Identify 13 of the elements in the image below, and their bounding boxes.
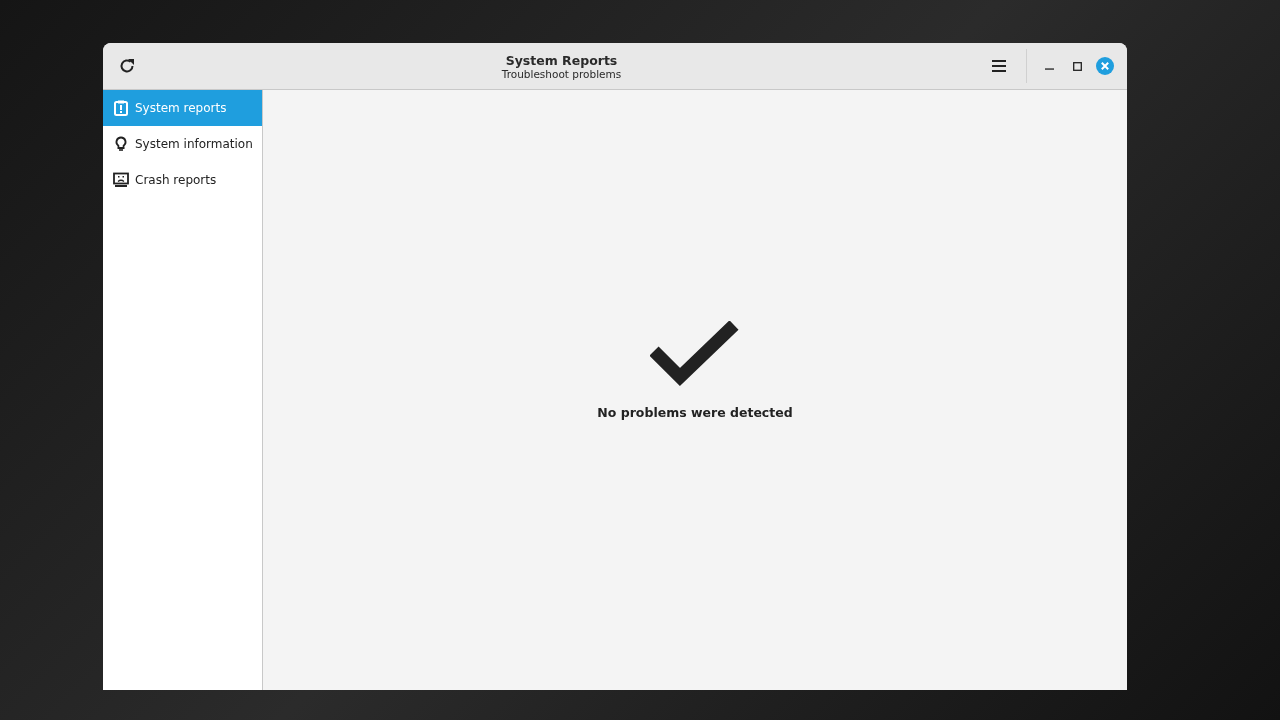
close-icon [1096, 57, 1114, 75]
clipboard-alert-icon [113, 100, 129, 116]
minimize-icon [1044, 68, 1054, 70]
window-title: System Reports [505, 52, 618, 68]
window-subtitle: Troubleshoot problems [501, 67, 622, 80]
refresh-icon [118, 57, 136, 75]
menu-icon [992, 60, 1006, 72]
status-message: No problems were detected [597, 404, 793, 420]
maximize-icon [1072, 61, 1082, 71]
sidebar-item[interactable]: System information [103, 126, 262, 162]
sidebar-item[interactable]: Crash reports [103, 162, 262, 198]
sad-monitor-icon [113, 172, 129, 188]
lightbulb-icon [113, 136, 129, 152]
